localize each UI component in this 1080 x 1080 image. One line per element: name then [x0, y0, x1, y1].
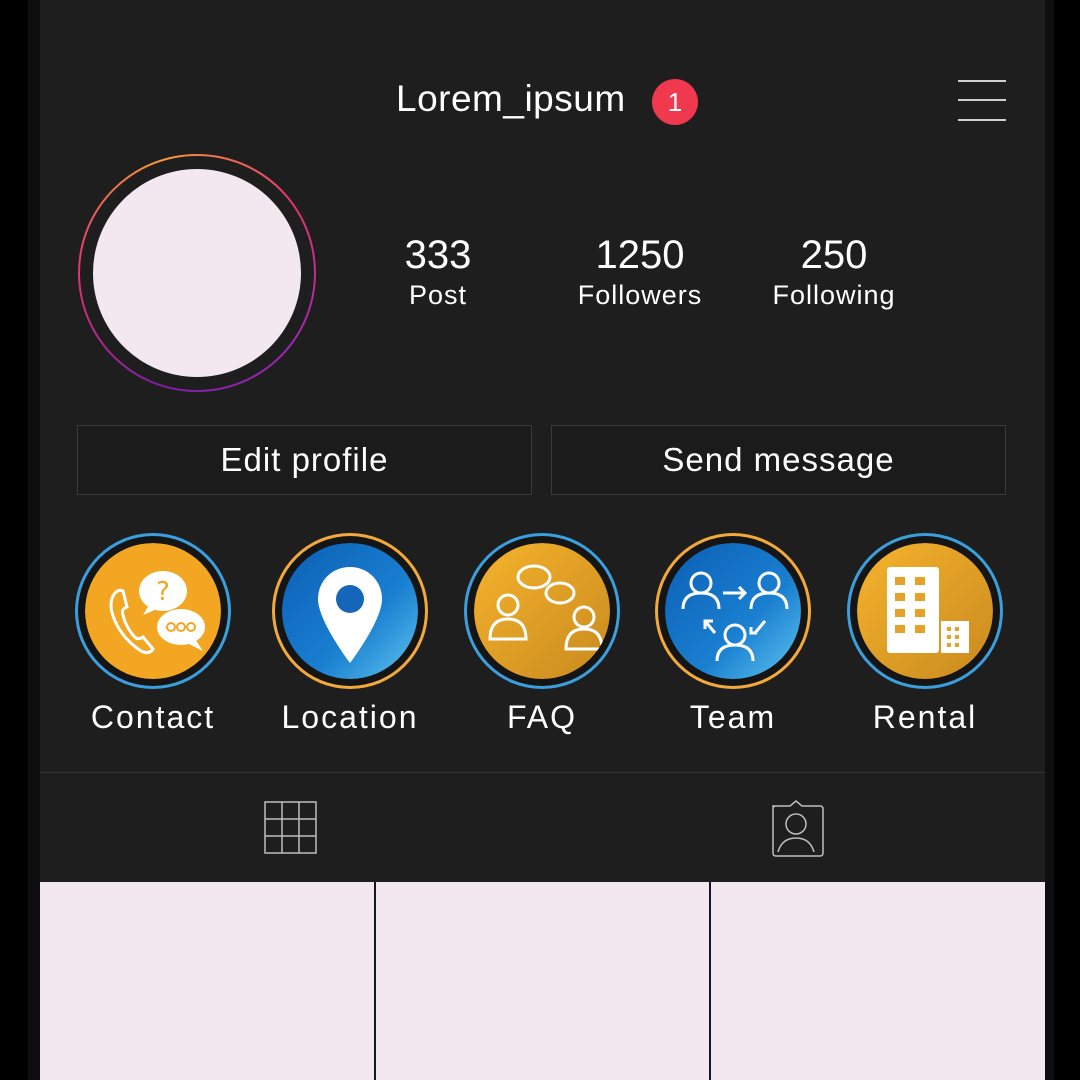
- avatar-story-ring[interactable]: [78, 154, 316, 392]
- highlight-team-label: Team: [689, 699, 777, 735]
- stat-followers-label: Followers: [577, 280, 703, 310]
- phone-question-chat-icon: ?: [85, 543, 221, 679]
- send-message-button[interactable]: Send message: [551, 425, 1006, 495]
- people-chat-icon: [474, 543, 610, 679]
- highlight-location[interactable]: Location: [271, 533, 429, 736]
- stat-followers[interactable]: 1250 Followers: [564, 232, 716, 311]
- highlight-faq-label: FAQ: [506, 699, 577, 735]
- team-network-icon: [665, 543, 801, 679]
- stat-posts[interactable]: 333 Post: [383, 232, 493, 311]
- highlight-team[interactable]: Team: [654, 533, 812, 736]
- stat-following-value: 250: [800, 233, 868, 277]
- highlight-contact-label: Contact: [90, 699, 216, 735]
- notification-badge[interactable]: 1: [652, 79, 698, 125]
- stat-following[interactable]: 250 Following: [760, 232, 908, 311]
- tab-divider: [40, 772, 1045, 773]
- post-thumbnail[interactable]: [711, 882, 1045, 1080]
- highlight-rental[interactable]: Rental: [846, 533, 1004, 736]
- map-pin-icon: [282, 543, 418, 679]
- stat-followers-value: 1250: [595, 233, 685, 277]
- highlight-rental-label: Rental: [872, 699, 978, 735]
- stat-posts-value: 333: [404, 233, 472, 277]
- highlight-faq[interactable]: FAQ: [463, 533, 621, 736]
- tagged-person-icon[interactable]: [768, 800, 824, 863]
- post-thumbnail[interactable]: [40, 882, 374, 1080]
- username: Lorem_ipsum: [396, 78, 626, 119]
- edit-profile-button[interactable]: Edit profile: [77, 425, 532, 495]
- stat-posts-label: Post: [408, 280, 468, 310]
- profile-screen: Lorem_ipsum 1 333 Post 1250 Followers 25…: [40, 0, 1045, 1080]
- posts-grid: [40, 882, 1045, 1080]
- avatar: [93, 169, 301, 377]
- post-thumbnail[interactable]: [375, 882, 710, 1080]
- highlight-location-label: Location: [281, 699, 419, 735]
- stat-following-label: Following: [772, 280, 896, 310]
- hamburger-menu-icon[interactable]: [958, 78, 1006, 122]
- highlight-contact[interactable]: ? Contact: [74, 533, 232, 736]
- grid-icon[interactable]: [264, 801, 318, 860]
- svg-text:?: ?: [156, 577, 170, 607]
- building-icon: [857, 543, 993, 679]
